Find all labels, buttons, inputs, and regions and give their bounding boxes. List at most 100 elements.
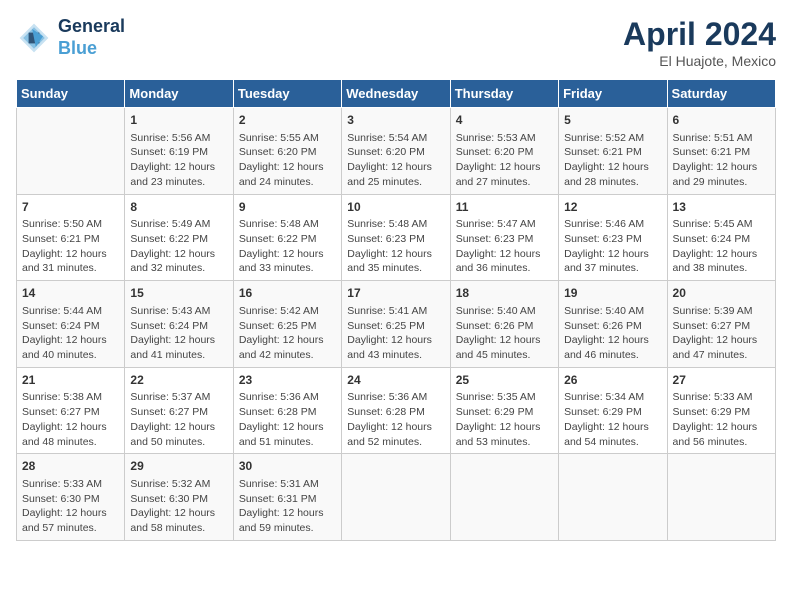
day-info: Sunrise: 5:44 AM Sunset: 6:24 PM Dayligh… xyxy=(22,304,119,363)
day-number: 4 xyxy=(456,112,553,129)
weekday-header: Saturday xyxy=(667,80,775,108)
calendar-week-row: 14 Sunrise: 5:44 AM Sunset: 6:24 PM Dayli… xyxy=(17,281,776,368)
day-number: 30 xyxy=(239,458,336,475)
calendar-body: 1 Sunrise: 5:56 AM Sunset: 6:19 PM Daylig… xyxy=(17,108,776,541)
calendar-cell: 22Sunrise: 5:37 AM Sunset: 6:27 PM Dayli… xyxy=(125,367,233,454)
calendar-cell: 28Sunrise: 5:33 AM Sunset: 6:30 PM Dayli… xyxy=(17,454,125,541)
calendar-cell: 15 Sunrise: 5:43 AM Sunset: 6:24 PM Dayli… xyxy=(125,281,233,368)
day-info: Sunrise: 5:41 AM Sunset: 6:25 PM Dayligh… xyxy=(347,304,444,363)
calendar-cell: 25Sunrise: 5:35 AM Sunset: 6:29 PM Dayli… xyxy=(450,367,558,454)
day-info: Sunrise: 5:53 AM Sunset: 6:20 PM Dayligh… xyxy=(456,131,553,190)
weekday-header: Tuesday xyxy=(233,80,341,108)
day-info: Sunrise: 5:38 AM Sunset: 6:27 PM Dayligh… xyxy=(22,390,119,449)
page-header: General Blue April 2024 El Huajote, Mexi… xyxy=(16,16,776,69)
day-number: 16 xyxy=(239,285,336,302)
calendar-cell: 10Sunrise: 5:48 AM Sunset: 6:23 PM Dayli… xyxy=(342,194,450,281)
weekday-header: Friday xyxy=(559,80,667,108)
calendar-cell: 27Sunrise: 5:33 AM Sunset: 6:29 PM Dayli… xyxy=(667,367,775,454)
calendar-header: SundayMondayTuesdayWednesdayThursdayFrid… xyxy=(17,80,776,108)
month-title: April 2024 xyxy=(623,16,776,53)
day-number: 14 xyxy=(22,285,119,302)
day-info: Sunrise: 5:37 AM Sunset: 6:27 PM Dayligh… xyxy=(130,390,227,449)
day-info: Sunrise: 5:52 AM Sunset: 6:21 PM Dayligh… xyxy=(564,131,661,190)
calendar-cell: 20 Sunrise: 5:39 AM Sunset: 6:27 PM Dayli… xyxy=(667,281,775,368)
day-info: Sunrise: 5:43 AM Sunset: 6:24 PM Dayligh… xyxy=(130,304,227,363)
calendar-cell: 12Sunrise: 5:46 AM Sunset: 6:23 PM Dayli… xyxy=(559,194,667,281)
day-info: Sunrise: 5:48 AM Sunset: 6:23 PM Dayligh… xyxy=(347,217,444,276)
day-number: 9 xyxy=(239,199,336,216)
calendar-week-row: 7Sunrise: 5:50 AM Sunset: 6:21 PM Daylig… xyxy=(17,194,776,281)
title-block: April 2024 El Huajote, Mexico xyxy=(623,16,776,69)
calendar-cell: 9Sunrise: 5:48 AM Sunset: 6:22 PM Daylig… xyxy=(233,194,341,281)
calendar-cell: 4 Sunrise: 5:53 AM Sunset: 6:20 PM Daylig… xyxy=(450,108,558,195)
calendar-cell: 5 Sunrise: 5:52 AM Sunset: 6:21 PM Daylig… xyxy=(559,108,667,195)
day-info: Sunrise: 5:40 AM Sunset: 6:26 PM Dayligh… xyxy=(564,304,661,363)
day-number: 2 xyxy=(239,112,336,129)
day-info: Sunrise: 5:49 AM Sunset: 6:22 PM Dayligh… xyxy=(130,217,227,276)
location: El Huajote, Mexico xyxy=(623,53,776,69)
day-info: Sunrise: 5:36 AM Sunset: 6:28 PM Dayligh… xyxy=(347,390,444,449)
day-info: Sunrise: 5:47 AM Sunset: 6:23 PM Dayligh… xyxy=(456,217,553,276)
calendar-cell: 6Sunrise: 5:51 AM Sunset: 6:21 PM Daylig… xyxy=(667,108,775,195)
calendar-cell: 19 Sunrise: 5:40 AM Sunset: 6:26 PM Dayli… xyxy=(559,281,667,368)
calendar-cell: 30 Sunrise: 5:31 AM Sunset: 6:31 PM Dayli… xyxy=(233,454,341,541)
day-number: 23 xyxy=(239,372,336,389)
day-number: 5 xyxy=(564,112,661,129)
day-number: 1 xyxy=(130,112,227,129)
calendar-cell xyxy=(342,454,450,541)
calendar-table: SundayMondayTuesdayWednesdayThursdayFrid… xyxy=(16,79,776,541)
day-number: 3 xyxy=(347,112,444,129)
day-number: 21 xyxy=(22,372,119,389)
calendar-cell: 16 Sunrise: 5:42 AM Sunset: 6:25 PM Dayli… xyxy=(233,281,341,368)
calendar-cell: 26Sunrise: 5:34 AM Sunset: 6:29 PM Dayli… xyxy=(559,367,667,454)
day-info: Sunrise: 5:34 AM Sunset: 6:29 PM Dayligh… xyxy=(564,390,661,449)
day-info: Sunrise: 5:39 AM Sunset: 6:27 PM Dayligh… xyxy=(673,304,770,363)
day-number: 26 xyxy=(564,372,661,389)
calendar-week-row: 1 Sunrise: 5:56 AM Sunset: 6:19 PM Daylig… xyxy=(17,108,776,195)
calendar-cell: 13Sunrise: 5:45 AM Sunset: 6:24 PM Dayli… xyxy=(667,194,775,281)
day-info: Sunrise: 5:46 AM Sunset: 6:23 PM Dayligh… xyxy=(564,217,661,276)
weekday-header: Thursday xyxy=(450,80,558,108)
calendar-cell: 3Sunrise: 5:54 AM Sunset: 6:20 PM Daylig… xyxy=(342,108,450,195)
calendar-cell: 17 Sunrise: 5:41 AM Sunset: 6:25 PM Dayli… xyxy=(342,281,450,368)
day-number: 19 xyxy=(564,285,661,302)
day-info: Sunrise: 5:42 AM Sunset: 6:25 PM Dayligh… xyxy=(239,304,336,363)
calendar-cell xyxy=(17,108,125,195)
calendar-cell: 2 Sunrise: 5:55 AM Sunset: 6:20 PM Daylig… xyxy=(233,108,341,195)
day-info: Sunrise: 5:33 AM Sunset: 6:29 PM Dayligh… xyxy=(673,390,770,449)
logo-text: General Blue xyxy=(58,16,125,59)
day-info: Sunrise: 5:32 AM Sunset: 6:30 PM Dayligh… xyxy=(130,477,227,536)
calendar-cell: 1 Sunrise: 5:56 AM Sunset: 6:19 PM Daylig… xyxy=(125,108,233,195)
day-number: 27 xyxy=(673,372,770,389)
calendar-cell: 18Sunrise: 5:40 AM Sunset: 6:26 PM Dayli… xyxy=(450,281,558,368)
day-info: Sunrise: 5:35 AM Sunset: 6:29 PM Dayligh… xyxy=(456,390,553,449)
day-info: Sunrise: 5:55 AM Sunset: 6:20 PM Dayligh… xyxy=(239,131,336,190)
day-number: 20 xyxy=(673,285,770,302)
day-number: 29 xyxy=(130,458,227,475)
calendar-cell: 11Sunrise: 5:47 AM Sunset: 6:23 PM Dayli… xyxy=(450,194,558,281)
day-info: Sunrise: 5:45 AM Sunset: 6:24 PM Dayligh… xyxy=(673,217,770,276)
calendar-cell: 29 Sunrise: 5:32 AM Sunset: 6:30 PM Dayli… xyxy=(125,454,233,541)
day-info: Sunrise: 5:33 AM Sunset: 6:30 PM Dayligh… xyxy=(22,477,119,536)
calendar-cell xyxy=(667,454,775,541)
weekday-header: Monday xyxy=(125,80,233,108)
day-number: 22 xyxy=(130,372,227,389)
day-info: Sunrise: 5:56 AM Sunset: 6:19 PM Dayligh… xyxy=(130,131,227,190)
calendar-cell: 14 Sunrise: 5:44 AM Sunset: 6:24 PM Dayli… xyxy=(17,281,125,368)
calendar-cell: 8Sunrise: 5:49 AM Sunset: 6:22 PM Daylig… xyxy=(125,194,233,281)
day-info: Sunrise: 5:50 AM Sunset: 6:21 PM Dayligh… xyxy=(22,217,119,276)
calendar-cell: 24Sunrise: 5:36 AM Sunset: 6:28 PM Dayli… xyxy=(342,367,450,454)
logo-icon xyxy=(16,20,52,56)
day-number: 12 xyxy=(564,199,661,216)
day-info: Sunrise: 5:31 AM Sunset: 6:31 PM Dayligh… xyxy=(239,477,336,536)
calendar-cell xyxy=(450,454,558,541)
calendar-cell: 23Sunrise: 5:36 AM Sunset: 6:28 PM Dayli… xyxy=(233,367,341,454)
day-number: 13 xyxy=(673,199,770,216)
day-info: Sunrise: 5:48 AM Sunset: 6:22 PM Dayligh… xyxy=(239,217,336,276)
logo: General Blue xyxy=(16,16,125,59)
weekday-row: SundayMondayTuesdayWednesdayThursdayFrid… xyxy=(17,80,776,108)
calendar-week-row: 28Sunrise: 5:33 AM Sunset: 6:30 PM Dayli… xyxy=(17,454,776,541)
day-number: 17 xyxy=(347,285,444,302)
day-number: 15 xyxy=(130,285,227,302)
weekday-header: Sunday xyxy=(17,80,125,108)
